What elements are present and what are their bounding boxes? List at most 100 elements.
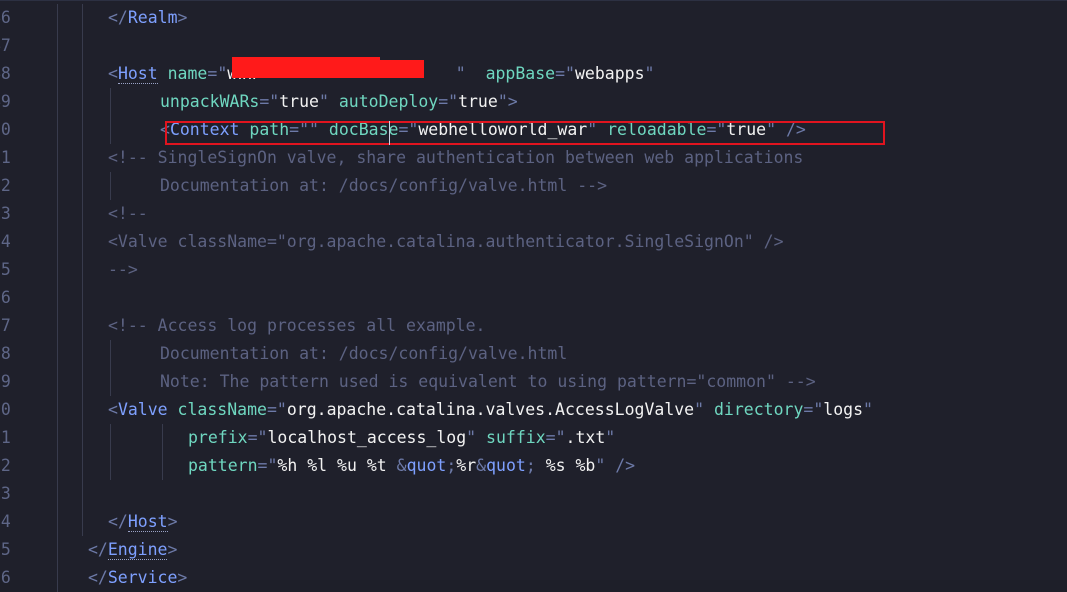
code-token: " [217,64,228,83]
code-token: %h %l %u %t [277,456,397,475]
code-token: webapps [574,64,645,83]
indent-guide [57,4,58,32]
indent-guide [57,228,58,256]
code-editor[interactable]: 46</Realm>4748<Host name="www " appBase=… [0,0,1067,592]
code-line[interactable]: 58 Documentation at: /docs/config/valve.h… [0,340,1067,368]
code-token: > [167,540,178,559]
code-line[interactable]: 53 <!-- [0,200,1067,228]
indent-guide [162,424,163,452]
line-number: 57 [0,316,11,335]
line-number: 62 [0,456,11,475]
code-text: </Engine> [88,536,177,564]
code-line[interactable]: 48<Host name="www " appBase="webapps" [0,60,1067,88]
code-text: </Service> [88,564,187,592]
code-token: Host [117,64,158,84]
code-token: <!-- [108,204,148,223]
code-token: autoDeploy [338,92,439,111]
code-line[interactable]: 51 <!-- SingleSignOn valve, share authent… [0,144,1067,172]
code-text: --> [108,256,138,284]
code-token: < [108,64,118,83]
indent-guide [162,452,163,480]
line-number: 56 [0,288,11,307]
code-token: %r [456,456,477,475]
code-token: Documentation at: /docs/config/valve.htm… [160,176,608,195]
code-line[interactable]: 65 </Engine> [0,536,1067,564]
indent-guide [82,4,83,32]
code-token: prefix [188,428,248,447]
code-text: Documentation at: /docs/config/valve.htm… [160,172,607,200]
indent-guide [57,284,58,312]
code-line[interactable]: 47 [0,32,1067,60]
line-number: 50 [0,120,11,139]
code-token: <Valve className="org.apache.catalina.au… [108,232,784,251]
code-line[interactable]: 64 </Host> [0,508,1067,536]
code-token: " [269,92,280,111]
indent-guide [82,172,83,200]
line-number: 60 [0,400,11,419]
indent-guide [110,88,111,116]
code-token: " [276,400,287,419]
code-token: quot [406,456,447,475]
code-token: " [555,428,566,447]
code-line[interactable]: 60<Valve className="org.apache.catalina.… [0,396,1067,424]
indent-guide [57,116,58,144]
code-token: = [555,64,566,83]
code-token: org.apache.catalina.valves.AccessLogValv… [286,400,695,419]
indent-guide [82,424,83,452]
indent-guide [82,312,83,340]
code-token: = [803,400,814,419]
line-number: 55 [0,260,11,279]
code-token: </ [88,540,108,559]
line-number: 58 [0,344,11,363]
indent-guide [82,396,83,424]
code-token: < [108,400,118,419]
code-token: = [257,456,268,475]
code-token: " [466,428,477,447]
code-line[interactable]: 56 [0,284,1067,312]
code-token: true [279,92,319,111]
indent-guide [82,116,83,144]
code-token: ; [446,456,457,475]
redaction-mark [232,60,424,78]
code-line[interactable]: 59 Note: The pattern used is equivalent t… [0,368,1067,396]
line-number: 65 [0,540,11,559]
code-token: Documentation at: /docs/config/valve.htm… [160,344,568,363]
line-number: 61 [0,428,11,447]
code-line[interactable]: 66 </Service> [0,564,1067,592]
code-token: = [207,64,218,83]
code-line[interactable]: 52 Documentation at: /docs/config/valve.h… [0,172,1067,200]
indent-guide [82,340,83,368]
code-token: <!-- SingleSignOn valve, share authentic… [108,148,804,167]
code-token: = [247,428,258,447]
code-token: </ [88,568,108,587]
code-line[interactable]: 57 <!-- Access log processes all example. [0,312,1067,340]
indent-guide [82,60,83,88]
code-line[interactable]: 62pattern="%h %l %u %t &quot;%r&quot; %s… [0,452,1067,480]
code-token: " [257,428,268,447]
indent-guide [82,256,83,284]
code-text: <Valve className="org.apache.catalina.va… [108,396,873,424]
code-line[interactable]: 49unpackWARs="true" autoDeploy="true"> [0,88,1067,116]
line-number: 48 [0,64,11,83]
indent-guide [57,368,58,396]
indent-guide [57,480,58,508]
indent-guide [82,32,83,60]
indent-guide [82,200,83,228]
line-number: 63 [0,484,11,503]
code-text: <!-- SingleSignOn valve, share authentic… [108,144,803,172]
indent-guide [82,228,83,256]
line-number: 53 [0,204,11,223]
code-text: prefix="localhost_access_log" suffix=".t… [188,424,615,452]
indent-guide [57,88,58,116]
code-line[interactable]: 61 prefix="localhost_access_log" suffix="… [0,424,1067,452]
indent-guide [82,88,83,116]
code-line[interactable]: 54 <Valve className="org.apache.catalina.… [0,228,1067,256]
code-line[interactable]: 46 </Realm> [0,4,1067,32]
indent-guide [82,368,83,396]
code-line[interactable]: 55 --> [0,256,1067,284]
indent-guide [82,480,83,508]
code-line[interactable]: 63 [0,480,1067,508]
indent-guide [82,452,83,480]
code-token: unpackWARs [160,92,260,111]
